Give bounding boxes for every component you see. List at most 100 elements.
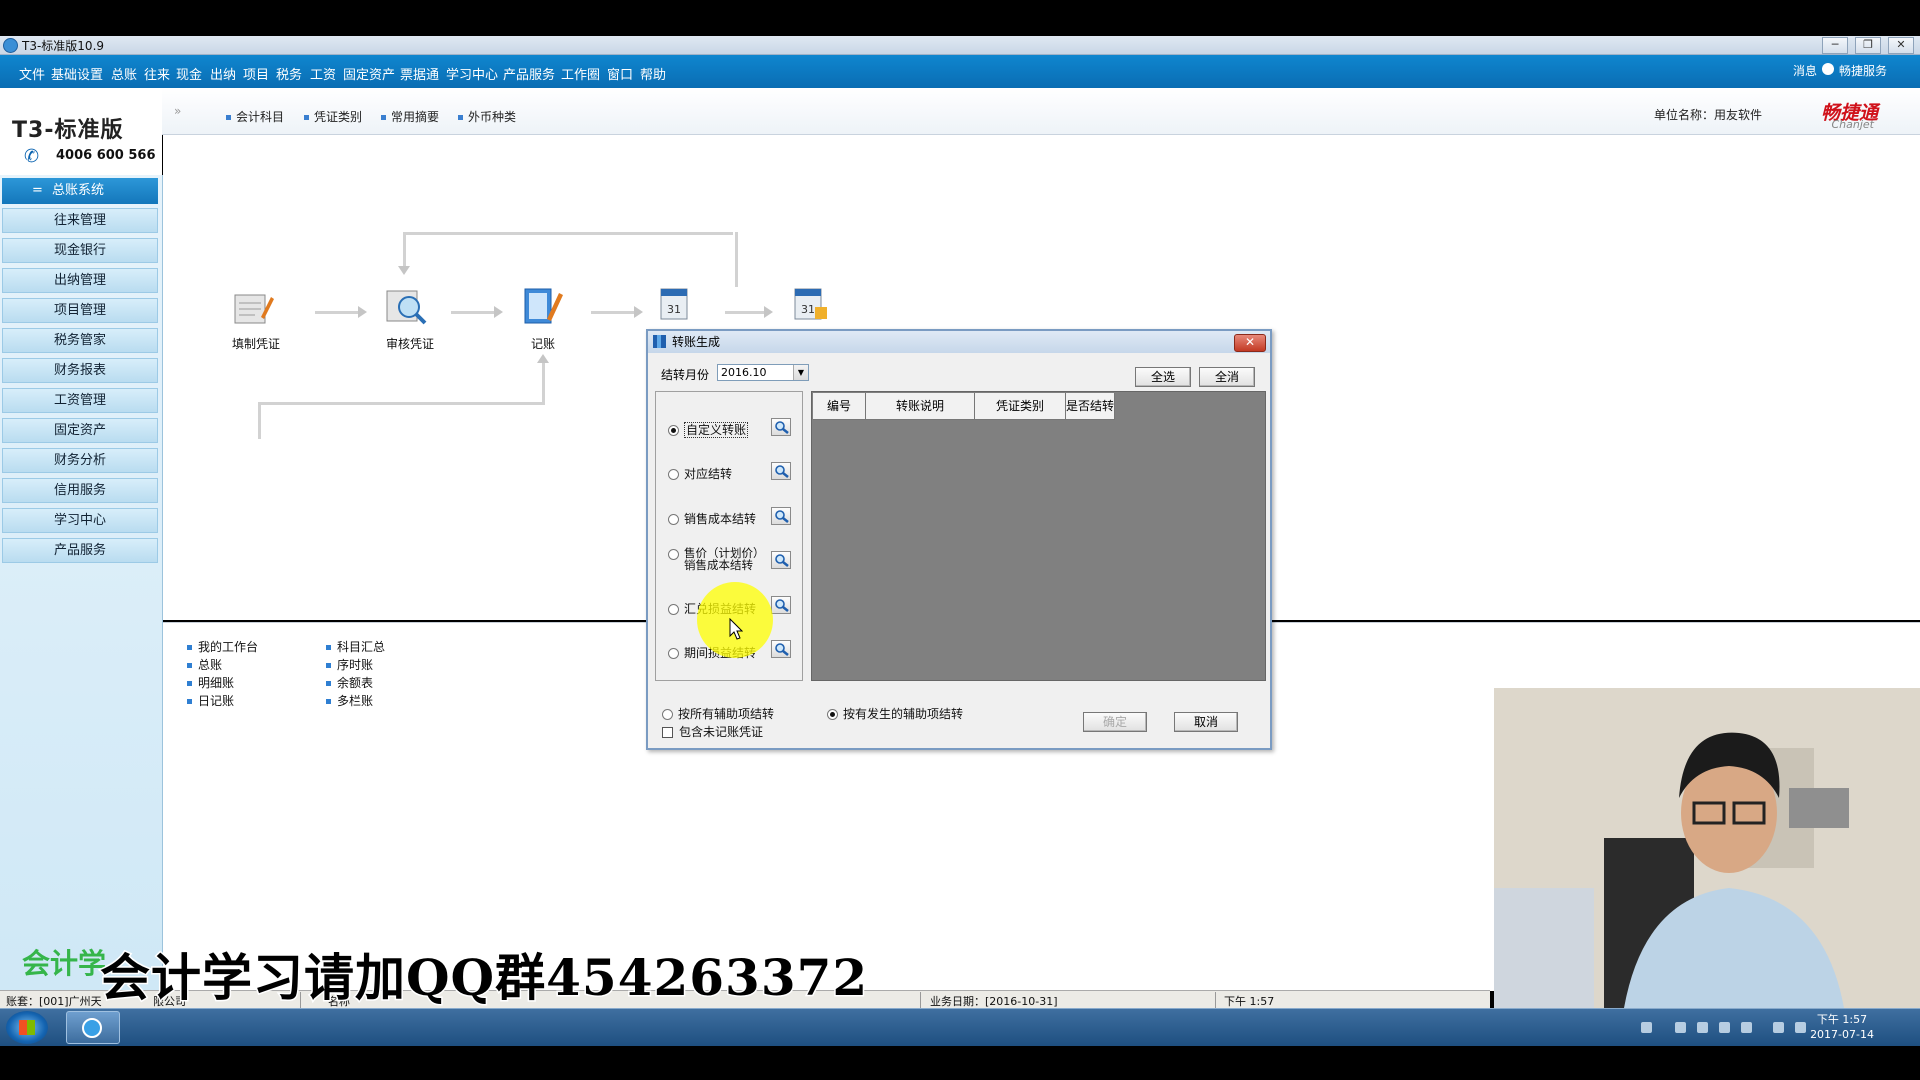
radio-icon[interactable]	[668, 549, 679, 560]
sidebar-item-payroll[interactable]: 工资管理	[2, 388, 158, 413]
option-planned-price-cost-transfer[interactable]: 售价（计划价）销售成本结转	[668, 547, 768, 571]
step-fill-voucher[interactable]: 填制凭证	[232, 335, 280, 352]
taskbar-app-t3[interactable]	[66, 1011, 120, 1044]
tray-volume-icon[interactable]	[1795, 1022, 1806, 1033]
fill-voucher-icon[interactable]	[231, 287, 275, 329]
sidebar-item-tax[interactable]: 税务管家	[2, 328, 158, 353]
chanjet-service-link[interactable]: 畅捷服务	[1839, 62, 1887, 79]
toolbar-common-summaries[interactable]: 常用摘要	[381, 108, 439, 125]
toolbar-voucher-types[interactable]: 凭证类别	[304, 108, 362, 125]
radio-all-auxiliary[interactable]: 按所有辅助项结转	[662, 705, 774, 722]
sidebar-item-learning[interactable]: 学习中心	[2, 508, 158, 533]
menu-workcircle[interactable]: 工作圈	[561, 64, 600, 83]
menu-learning[interactable]: 学习中心	[446, 64, 498, 83]
dialog-title-bar[interactable]: 转账生成 ✕	[648, 331, 1270, 353]
close-icon[interactable]: ✕	[1234, 334, 1266, 352]
transfer-grid[interactable]: 编号 转账说明 凭证类别 是否结转	[811, 391, 1266, 681]
menu-fixed-assets[interactable]: 固定资产	[343, 64, 395, 83]
link-chronological[interactable]: 序时账	[326, 656, 373, 673]
messages-link[interactable]: 消息	[1793, 62, 1817, 79]
sidebar-item-receivables[interactable]: 往来管理	[2, 208, 158, 233]
radio-icon[interactable]	[668, 469, 679, 480]
include-unposted-checkbox[interactable]: 包含未记账凭证	[662, 723, 763, 740]
search-icon[interactable]	[771, 418, 791, 436]
radio-icon[interactable]	[827, 709, 838, 720]
column-header-transferred[interactable]: 是否结转	[1066, 393, 1115, 420]
restore-button[interactable]: ❐	[1855, 37, 1881, 54]
search-icon[interactable]	[771, 551, 791, 569]
radio-icon[interactable]	[668, 604, 679, 615]
sidebar-item-projects[interactable]: 项目管理	[2, 298, 158, 323]
month-close-icon[interactable]: 31	[789, 283, 833, 325]
tray-network-icon[interactable]	[1773, 1022, 1784, 1033]
option-sales-cost-transfer[interactable]: 销售成本结转	[668, 510, 756, 527]
sidebar-item-cash-bank[interactable]: 现金银行	[2, 238, 158, 263]
radio-icon[interactable]	[668, 425, 679, 436]
menu-file[interactable]: 文件	[19, 64, 45, 83]
expand-icon[interactable]: »	[174, 104, 181, 118]
sidebar-item-cashier[interactable]: 出纳管理	[2, 268, 158, 293]
menu-cash[interactable]: 现金	[176, 64, 202, 83]
menu-tax[interactable]: 税务	[276, 64, 302, 83]
column-header-voucher-type[interactable]: 凭证类别	[975, 393, 1066, 420]
sidebar-item-analysis[interactable]: 财务分析	[2, 448, 158, 473]
post-ledger-icon[interactable]	[521, 285, 565, 327]
step-audit-voucher[interactable]: 审核凭证	[386, 335, 434, 352]
taskbar-clock[interactable]: 下午 1:57 2017-07-14	[1810, 1012, 1874, 1042]
sidebar-item-products[interactable]: 产品服务	[2, 538, 158, 563]
month-select[interactable]: 2016.10 ▼	[717, 364, 809, 381]
link-my-workbench[interactable]: 我的工作台	[187, 638, 258, 655]
search-icon[interactable]	[771, 462, 791, 480]
cancel-button[interactable]: 取消	[1174, 712, 1238, 732]
menu-bills[interactable]: 票据通	[400, 64, 439, 83]
toolbar-accounts[interactable]: 会计科目	[226, 108, 284, 125]
radio-icon[interactable]	[662, 709, 673, 720]
ok-button[interactable]: 确定	[1083, 712, 1147, 732]
option-matching-transfer[interactable]: 对应结转	[668, 465, 732, 482]
deselect-all-button[interactable]: 全消	[1199, 367, 1255, 387]
menu-payroll[interactable]: 工资	[310, 64, 336, 83]
step-post-ledger[interactable]: 记账	[531, 335, 555, 352]
tray-app-icon[interactable]	[1741, 1022, 1752, 1033]
tray-app-icon[interactable]	[1719, 1022, 1730, 1033]
sidebar-header[interactable]: = 总账系统	[2, 178, 158, 204]
menu-project[interactable]: 项目	[243, 64, 269, 83]
month-transfer-icon[interactable]: 31	[655, 283, 699, 325]
chevron-down-icon[interactable]: ▼	[793, 365, 808, 380]
link-multi-column[interactable]: 多栏账	[326, 692, 373, 709]
tray-app-icon[interactable]	[1697, 1022, 1708, 1033]
close-window-button[interactable]: ✕	[1888, 37, 1914, 54]
link-detail-ledger[interactable]: 明细账	[187, 674, 234, 691]
menu-cashier[interactable]: 出纳	[210, 64, 236, 83]
menu-products[interactable]: 产品服务	[503, 64, 555, 83]
minimize-button[interactable]: ─	[1822, 37, 1848, 54]
search-icon[interactable]	[771, 596, 791, 614]
search-icon[interactable]	[771, 507, 791, 525]
search-icon[interactable]	[771, 640, 791, 658]
radio-occurred-auxiliary[interactable]: 按有发生的辅助项结转	[827, 705, 963, 722]
option-custom-transfer[interactable]: 自定义转账	[668, 421, 749, 438]
menu-help[interactable]: 帮助	[640, 64, 666, 83]
link-account-summary[interactable]: 科目汇总	[326, 638, 385, 655]
sidebar-item-fixed-assets[interactable]: 固定资产	[2, 418, 158, 443]
menu-basic-settings[interactable]: 基础设置	[51, 64, 103, 83]
radio-icon[interactable]	[668, 514, 679, 525]
sidebar-item-reports[interactable]: 财务报表	[2, 358, 158, 383]
link-general-ledger[interactable]: 总账	[187, 656, 222, 673]
checkbox-icon[interactable]	[662, 727, 673, 738]
menu-general-ledger[interactable]: 总账	[111, 64, 137, 83]
audit-voucher-icon[interactable]	[385, 285, 429, 327]
menu-receivables[interactable]: 往来	[144, 64, 170, 83]
toolbar-currencies[interactable]: 外币种类	[458, 108, 516, 125]
link-journal[interactable]: 日记账	[187, 692, 234, 709]
sidebar-item-credit[interactable]: 信用服务	[2, 478, 158, 503]
menu-window[interactable]: 窗口	[607, 64, 633, 83]
radio-icon[interactable]	[668, 648, 679, 659]
start-button[interactable]	[6, 1011, 48, 1044]
select-all-button[interactable]: 全选	[1135, 367, 1191, 387]
tray-app-icon[interactable]	[1675, 1022, 1686, 1033]
tray-keyboard-icon[interactable]	[1641, 1022, 1652, 1033]
column-header-description[interactable]: 转账说明	[866, 393, 975, 420]
link-balance-sheet[interactable]: 余额表	[326, 674, 373, 691]
column-header-number[interactable]: 编号	[813, 393, 866, 420]
